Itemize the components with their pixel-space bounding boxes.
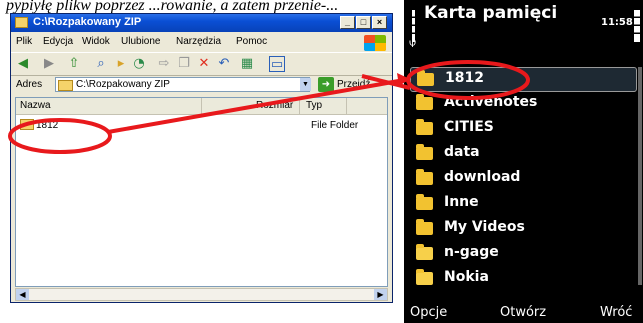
menu-widok[interactable]: Widok: [82, 36, 110, 47]
open-folder-icon: [416, 269, 433, 285]
phone-scrollbar[interactable]: [638, 67, 642, 285]
folder-name: data: [444, 144, 480, 160]
folder-icon: [416, 94, 433, 110]
view-mode-icon[interactable]: ▭: [269, 56, 285, 72]
folder-name: My Videos: [444, 219, 525, 235]
horizontal-scrollbar[interactable]: ◀ ▶: [15, 288, 388, 301]
column-type[interactable]: Typ: [306, 100, 322, 111]
window-title: C:\Rozpakowany ZIP: [33, 16, 142, 28]
folder-name: n-gage: [444, 244, 499, 260]
list-item[interactable]: download: [404, 167, 643, 192]
windows-logo-icon: [364, 35, 386, 51]
softkey-open[interactable]: Otwórz: [500, 305, 546, 320]
move-icon[interactable]: ⇨: [156, 56, 172, 72]
list-item[interactable]: 1812: [410, 67, 637, 92]
phone-screen: Ψ Karta pamięci 11:58 1812 Activenotes C…: [404, 0, 643, 323]
back-icon[interactable]: ◀: [15, 56, 31, 72]
list-item[interactable]: My Videos: [404, 217, 643, 242]
phone-title: Karta pamięci: [424, 3, 558, 23]
clock: 11:58: [601, 17, 633, 28]
menu-ulubione[interactable]: Ulubione: [121, 36, 160, 47]
softkey-back[interactable]: Wróć: [600, 305, 632, 320]
delete-icon[interactable]: ✕: [196, 56, 212, 72]
folder-name: Inne: [444, 194, 479, 210]
folder-icon: [20, 119, 34, 130]
folder-name: 1812: [445, 70, 484, 86]
toolbar: ◀ ▶ ⇧ ⌕ ▸ ◔ ⇨ ❐ ✕ ↶ ▦ ▭: [11, 52, 392, 76]
list-item[interactable]: CITIES: [404, 117, 643, 142]
list-item[interactable]: Inne: [404, 192, 643, 217]
address-bar: Adres C:\Rozpakowany ZIP ▼ ➜ Przejdź: [11, 75, 392, 95]
list-item[interactable]: n-gage: [404, 242, 643, 267]
views-icon[interactable]: ▦: [239, 56, 255, 72]
folder-icon: [416, 194, 433, 210]
menu-edycja[interactable]: Edycja: [43, 36, 73, 47]
folder-name: Nokia: [444, 269, 489, 285]
menu-narzedzia[interactable]: Narzędzia: [176, 36, 221, 47]
undo-icon[interactable]: ↶: [216, 56, 232, 72]
folder-icon: [416, 144, 433, 160]
up-folder-icon[interactable]: ⇧: [66, 56, 82, 72]
folder-icon: [416, 219, 433, 235]
softkey-bar: Opcje Otwórz Wróć: [404, 303, 643, 323]
address-label: Adres: [16, 79, 43, 90]
list-item[interactable]: Nokia: [404, 267, 643, 292]
menu-pomoc[interactable]: Pomoc: [236, 36, 267, 47]
go-arrow-icon[interactable]: ➜: [318, 77, 334, 92]
folder-name: CITIES: [444, 119, 494, 135]
column-size[interactable]: Rozmiar: [256, 100, 293, 111]
antenna-icon: Ψ: [409, 40, 417, 50]
address-dropdown-icon[interactable]: ▼: [300, 78, 311, 91]
signal-strength-icon: [412, 10, 415, 42]
address-input[interactable]: C:\Rozpakowany ZIP: [55, 77, 310, 92]
go-button[interactable]: Przejdź: [337, 79, 370, 90]
minimize-button[interactable]: _: [340, 16, 355, 29]
folder-icon: [416, 119, 433, 135]
folder-icon: [416, 169, 433, 185]
search-icon[interactable]: ⌕: [93, 56, 109, 72]
folder-name: download: [444, 169, 521, 185]
folder-name: Activenotes: [444, 94, 538, 110]
copy-icon[interactable]: ❐: [176, 56, 192, 72]
folder-icon: [15, 17, 28, 28]
folder-icon: [58, 80, 73, 91]
column-header: Nazwa Rozmiar Typ: [16, 98, 387, 115]
history-icon[interactable]: ◔: [131, 56, 147, 72]
menu-plik[interactable]: Plik: [16, 36, 32, 47]
title-bar[interactable]: C:\Rozpakowany ZIP _ □ ×: [11, 14, 392, 32]
explorer-window: C:\Rozpakowany ZIP _ □ × Plik Edycja Wid…: [10, 13, 393, 303]
row-name[interactable]: 1812: [36, 120, 58, 131]
scroll-left-icon[interactable]: ◀: [16, 289, 29, 300]
row-type: File Folder: [311, 120, 359, 131]
column-name[interactable]: Nazwa: [20, 100, 51, 111]
list-item[interactable]: Activenotes: [404, 92, 643, 117]
open-folder-icon: [416, 244, 433, 260]
scroll-right-icon[interactable]: ▶: [374, 289, 387, 300]
menu-bar: Plik Edycja Widok Ulubione Narzędzia Pom…: [11, 33, 392, 51]
softkey-options[interactable]: Opcje: [410, 305, 447, 320]
forward-icon[interactable]: ▶: [41, 56, 57, 72]
close-button[interactable]: ×: [372, 16, 387, 29]
address-value: C:\Rozpakowany ZIP: [76, 79, 170, 90]
folder-icon: [417, 70, 434, 86]
folders-icon[interactable]: ▸: [113, 56, 129, 72]
battery-icon: [634, 10, 640, 42]
file-list: Nazwa Rozmiar Typ 1812 File Folder: [15, 97, 388, 287]
maximize-button[interactable]: □: [356, 16, 371, 29]
list-item[interactable]: data: [404, 142, 643, 167]
